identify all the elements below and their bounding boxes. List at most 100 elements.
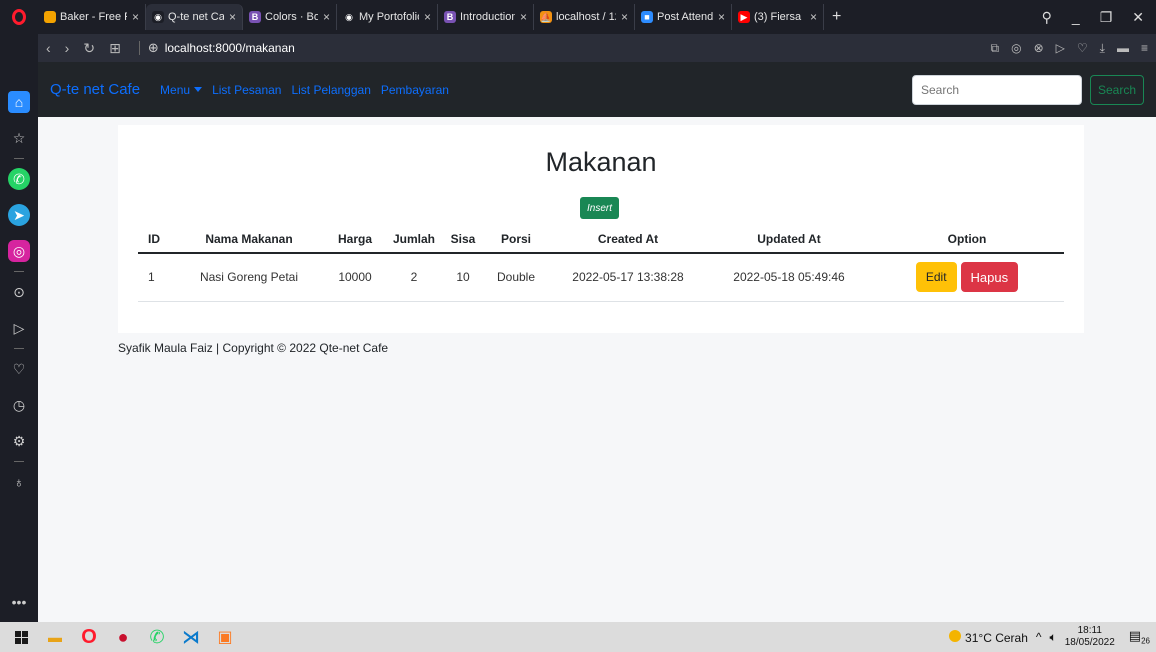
table-row: 1 Nasi Goreng Petai 10000 2 10 Double 20… (138, 253, 1064, 302)
notification-count: 26 (1141, 636, 1150, 646)
whatsapp-taskbar-icon[interactable]: ✆ (142, 622, 172, 652)
restore-button[interactable]: ❐ (1100, 9, 1113, 26)
browser-sidebar: ⌂ ☆ ✆ ➤ ◎ ⊙ ▷ ♡ ◷ ⚙ ♁ ••• (0, 34, 38, 622)
adblock-icon[interactable]: ⊗ (1034, 41, 1044, 55)
opera-taskbar-icon[interactable]: O (74, 622, 104, 652)
nav-list-pelanggan[interactable]: List Pelanggan (291, 83, 370, 97)
player-icon[interactable]: ⊙ (8, 281, 30, 303)
tab-favicon-icon: B (249, 11, 261, 23)
camera-icon[interactable]: ◎ (1011, 41, 1021, 55)
browser-tab[interactable]: B Colors · Bootstr × (243, 4, 337, 30)
close-tab-icon[interactable]: × (424, 10, 431, 24)
opera-menu-icon[interactable] (0, 0, 38, 34)
edit-button[interactable]: Edit (915, 262, 957, 293)
close-tab-icon[interactable]: × (132, 10, 139, 24)
hapus-button[interactable]: Hapus (960, 262, 1019, 293)
browser-tab[interactable]: Baker - Free Res × (38, 4, 146, 30)
settings-gear-icon[interactable]: ⚙ (8, 430, 30, 452)
column-header: ID (138, 225, 174, 254)
column-header: Jumlah (386, 225, 442, 254)
weather-icon (949, 629, 962, 642)
tab-label: Q-te net Cafe (168, 11, 224, 23)
new-tab-button[interactable]: + (824, 8, 849, 26)
column-header: Sisa (442, 225, 484, 254)
page-viewport: Q-te net Cafe Menu List Pesanan List Pel… (38, 62, 1156, 622)
telegram-icon[interactable]: ➤ (8, 204, 30, 226)
search-tabs-icon[interactable]: ⚲ (1042, 9, 1052, 26)
whatsapp-icon[interactable]: ✆ (8, 168, 30, 190)
tab-label: My Portofolio | (359, 11, 419, 23)
file-explorer-icon[interactable]: ▬ (40, 622, 70, 652)
clock[interactable]: 18:11 18/05/2022 (1065, 625, 1115, 649)
cell-porsi: Double (484, 253, 548, 302)
xampp-icon[interactable]: ▣ (210, 622, 240, 652)
browser-tab[interactable]: B Introduction · B × (438, 4, 534, 30)
window-controls: ⚲ _ ❐ ✕ (1042, 9, 1156, 26)
vscode-icon[interactable]: ⋊ (176, 622, 206, 652)
reload-icon[interactable]: ↻ (83, 40, 95, 57)
close-tab-icon[interactable]: × (621, 10, 628, 24)
hidden-icons-chevron-icon[interactable]: ^ (1036, 630, 1042, 644)
close-tab-icon[interactable]: × (718, 10, 725, 24)
windows-taskbar: ▬ O ● ✆ ⋊ ▣ 31°C Cerah ^ 🔈︎ 18:11 18/05/… (0, 622, 1156, 652)
nav-pembayaran[interactable]: Pembayaran (381, 83, 449, 97)
notification-center-icon[interactable]: ▤26 (1129, 628, 1150, 646)
download-icon[interactable]: ⤓ (1100, 41, 1105, 56)
divider (14, 271, 24, 272)
tab-label: Colors · Bootstr (265, 11, 318, 23)
easy-setup-icon[interactable]: ≡ (1141, 41, 1148, 55)
tab-label: (3) Fiersa Be (754, 11, 805, 23)
home-icon[interactable]: ⌂ (8, 91, 30, 113)
browser-tab[interactable]: ⛵ localhost / 127. × (534, 4, 635, 30)
opera-gx-icon[interactable]: ● (108, 622, 138, 652)
windows-start-icon[interactable] (6, 622, 36, 652)
flow-icon[interactable]: ▷ (1056, 41, 1065, 55)
flow-icon[interactable]: ▷ (8, 317, 30, 339)
star-icon[interactable]: ☆ (8, 127, 30, 149)
heart-icon[interactable]: ♡ (8, 358, 30, 380)
close-tab-icon[interactable]: × (229, 10, 236, 24)
close-tab-icon[interactable]: × (323, 10, 330, 24)
close-window-button[interactable]: ✕ (1132, 9, 1144, 26)
forward-icon[interactable]: › (65, 40, 70, 56)
close-tab-icon[interactable]: × (520, 10, 527, 24)
caret-down-icon (194, 87, 203, 92)
back-icon[interactable]: ‹ (46, 40, 51, 56)
browser-tab[interactable]: ■ Post Attendee - × (635, 4, 732, 30)
column-header: Harga (324, 225, 386, 254)
browser-tab[interactable]: ▶ (3) Fiersa Be × (732, 4, 824, 30)
tab-favicon-icon: ◉ (152, 11, 164, 23)
nav-link-label: Menu (160, 82, 191, 97)
column-header: Created At (548, 225, 708, 254)
column-header: Updated At (708, 225, 870, 254)
navbar-brand[interactable]: Q-te net Cafe (50, 81, 140, 98)
heart-icon[interactable]: ♡ (1077, 41, 1088, 55)
volume-icon[interactable]: 🔈︎ (1050, 630, 1057, 645)
browser-tab[interactable]: ◉ My Portofolio | × (337, 4, 438, 30)
more-icon[interactable]: ••• (12, 594, 27, 610)
speed-dial-icon[interactable]: ⊞ (109, 40, 121, 57)
instagram-icon[interactable]: ◎ (8, 240, 30, 262)
browser-tab[interactable]: ◉ Q-te net Cafe × (146, 4, 243, 30)
minimize-button[interactable]: _ (1072, 9, 1080, 25)
column-header: Nama Makanan (174, 225, 324, 254)
url-field[interactable]: localhost:8000/makanan (165, 41, 295, 55)
close-tab-icon[interactable]: × (810, 10, 817, 24)
search-button[interactable]: Search (1089, 74, 1144, 105)
insert-button[interactable]: Insert (580, 197, 620, 219)
tab-favicon-icon (44, 11, 56, 23)
battery-icon[interactable]: ▬ (1117, 41, 1129, 55)
search-input[interactable] (911, 74, 1082, 105)
snapshot-icon[interactable]: ⧉ (991, 41, 1000, 56)
site-navbar: Q-te net Cafe Menu List Pesanan List Pel… (38, 62, 1156, 117)
weather-widget[interactable]: 31°C Cerah (949, 629, 1028, 645)
history-icon[interactable]: ◷ (8, 394, 30, 416)
nav-menu-dropdown[interactable]: Menu (160, 82, 203, 97)
lightbulb-icon[interactable]: ♁ (8, 471, 30, 493)
page-title: Makanan (545, 147, 657, 177)
nav-list-pesanan[interactable]: List Pesanan (212, 83, 281, 97)
cell-option: Edit Hapus (870, 253, 1064, 302)
cell-created-at: 2022-05-17 13:38:28 (548, 253, 708, 302)
globe-icon: ⊕ (147, 40, 159, 55)
browser-tab-strip: Baker - Free Res × ◉ Q-te net Cafe × B Colors … (0, 0, 1156, 34)
